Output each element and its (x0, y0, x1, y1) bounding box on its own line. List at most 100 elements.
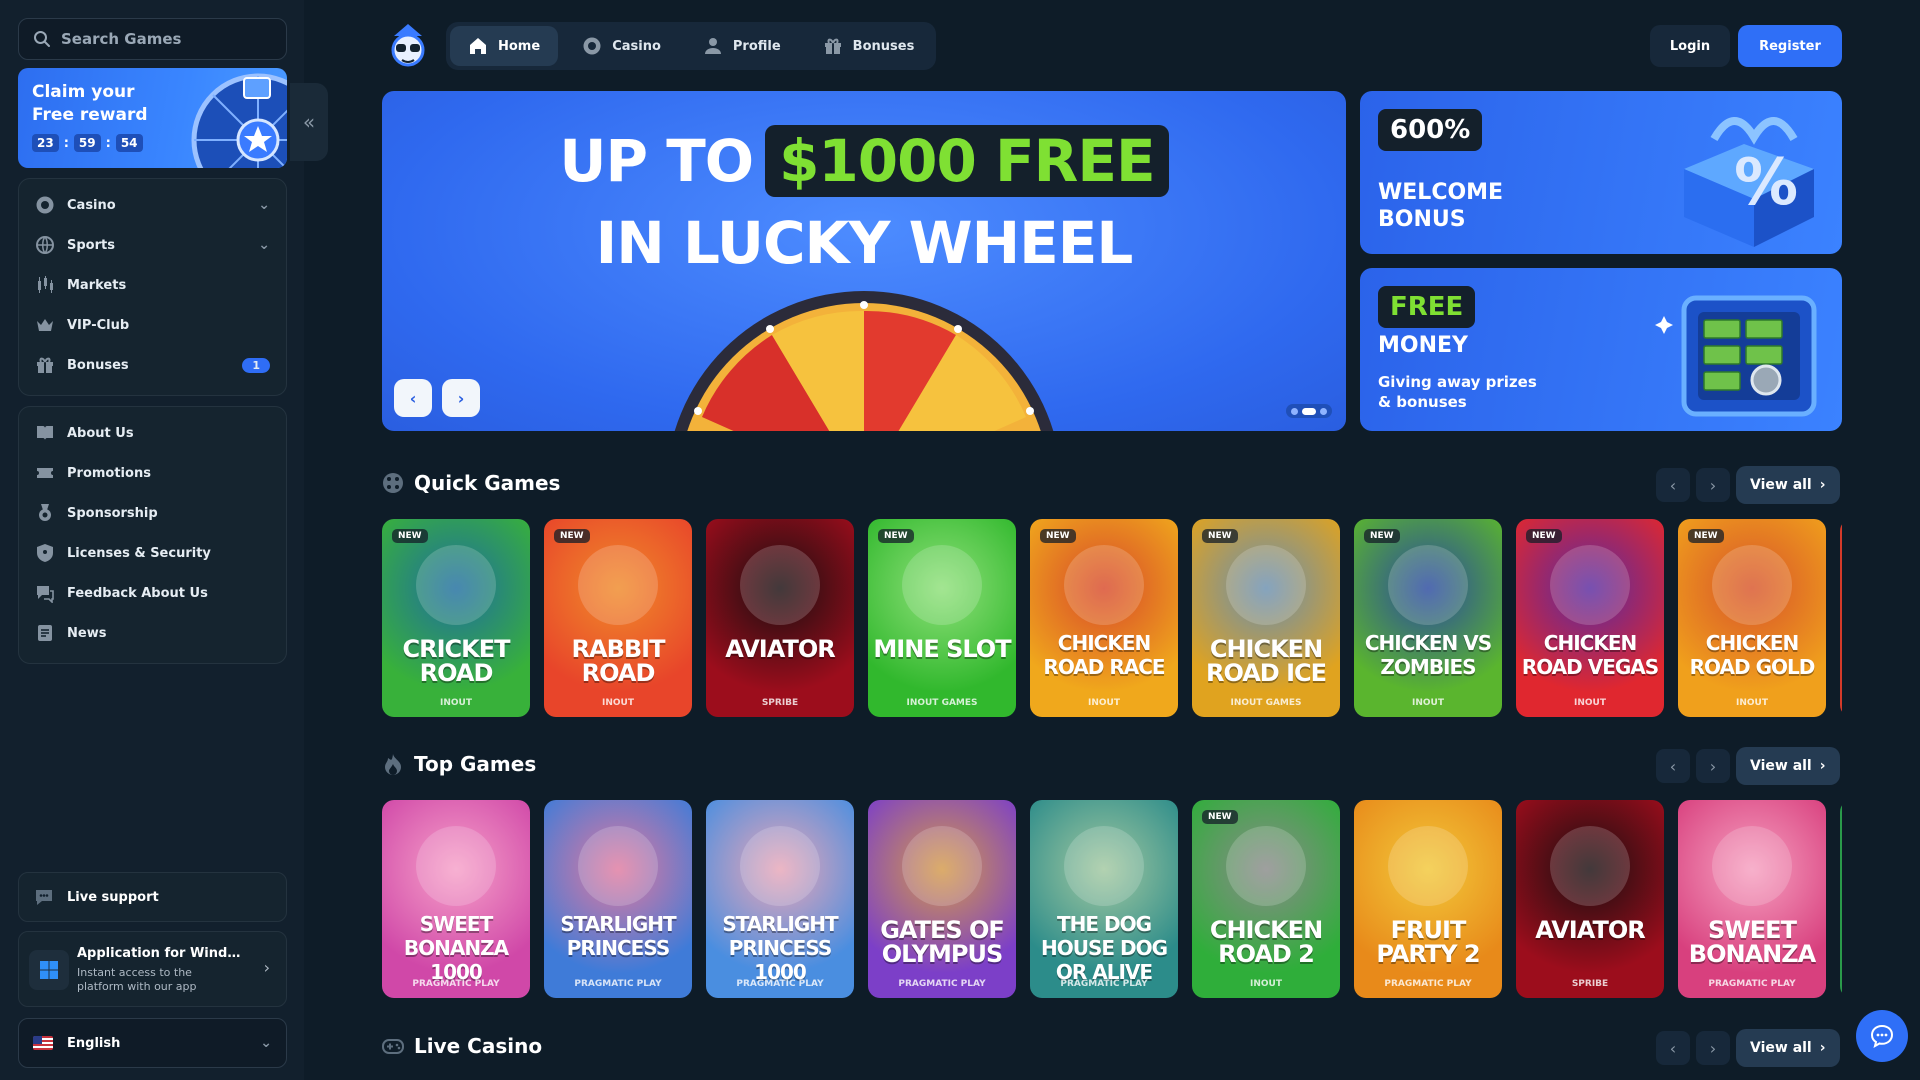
language-selector[interactable]: English ⌄ (18, 1018, 287, 1068)
scroll-next-button[interactable]: › (1696, 749, 1730, 783)
game-card[interactable]: NEW CHICKEN ROAD 2 INOUT (1192, 800, 1340, 998)
live-support-label: Live support (67, 889, 159, 905)
game-card[interactable]: NEW MINE SLOT INOUT GAMES (868, 519, 1016, 717)
hero-prev-button[interactable]: ‹ (394, 379, 432, 417)
user-icon (703, 36, 723, 56)
game-card[interactable]: STARLIGHT PRINCESS 1000 PRAGMATIC PLAY (706, 800, 854, 998)
sidebar-item-markets[interactable]: Markets (19, 265, 286, 305)
section-title-top-games: Top Games (382, 752, 536, 776)
gift-icon (35, 355, 55, 375)
view-all-button[interactable]: View all › (1736, 466, 1840, 504)
search-box[interactable] (18, 18, 287, 60)
app-download-card[interactable]: Application for Windows Instant access t… (18, 931, 287, 1007)
game-provider: INOUT (1250, 979, 1282, 989)
game-art-decoration (902, 545, 982, 625)
sidebar-item-vip-club[interactable]: VIP-Club (19, 305, 286, 345)
tab-bonuses[interactable]: Bonuses (805, 26, 933, 66)
top-nav: Home Casino Profile Bonuses (446, 22, 937, 70)
game-card[interactable]: FRUIT PARTY 2 PRAGMATIC PLAY (1354, 800, 1502, 998)
game-art-decoration (1064, 826, 1144, 906)
game-title: CHICKEN ROAD ICE (1205, 635, 1327, 687)
notification-badge: 1 (242, 357, 270, 373)
live-support-button[interactable]: Live support (18, 872, 287, 922)
slide-dot-active[interactable] (1302, 407, 1316, 415)
game-card[interactable]: NEW CHICKEN ROAD ICE INOUT GAMES (1192, 519, 1340, 717)
game-card[interactable]: NEW CRICKET ROAD INOUT (382, 519, 530, 717)
game-card[interactable]: NEW CHICKEN VS ZOMBIES INOUT (1354, 519, 1502, 717)
sidebar-item-sports[interactable]: Sports ⌄ (19, 225, 286, 265)
scroll-next-button[interactable]: › (1696, 468, 1730, 502)
globe-ball-icon (35, 235, 55, 255)
site-logo[interactable] (384, 22, 432, 70)
game-provider: INOUT (1412, 698, 1444, 708)
sidebar-item-label: VIP-Club (67, 317, 130, 333)
tab-label: Bonuses (852, 38, 915, 54)
game-card[interactable]: SWEET BONANZA 1000 PRAGMATIC PLAY (382, 800, 530, 998)
claim-reward-banner[interactable]: Claim your Free reward 23: 59: 54 (18, 68, 287, 168)
game-card[interactable]: AVIATOR SPRIBE (706, 519, 854, 717)
game-card[interactable]: AVIATOR SPRIBE (1516, 800, 1664, 998)
new-badge: NEW (1202, 810, 1238, 824)
promo-title: WELCOME BONUS (1378, 180, 1504, 232)
game-row: SWEET BONANZA 1000 PRAGMATIC PLAY STARLIGH… (382, 800, 1842, 998)
view-all-button[interactable]: View all › (1736, 747, 1840, 785)
game-card[interactable]: NEW CHICKEN ROAD RACE INOUT (1030, 519, 1178, 717)
game-art-decoration (416, 545, 496, 625)
sidebar-item-news[interactable]: News (19, 613, 286, 653)
scroll-prev-button[interactable]: ‹ (1656, 1031, 1690, 1065)
game-title: GATES OF OLYMPUS (880, 916, 1005, 968)
shield-icon (35, 543, 55, 563)
game-provider: PRAGMATIC PLAY (1708, 979, 1796, 989)
scroll-next-button[interactable]: › (1696, 1031, 1730, 1065)
game-card[interactable]: THE DOG HOUSE DOG OR ALIVE PRAGMATIC PLAY (1030, 800, 1178, 998)
hero-next-button[interactable]: › (442, 379, 480, 417)
register-button[interactable]: Register (1738, 25, 1842, 67)
sidebar-item-about-us[interactable]: About Us (19, 413, 286, 453)
game-provider: SPRIBE (761, 698, 799, 708)
tab-home[interactable]: Home (450, 26, 559, 66)
view-all-label: View all (1750, 1040, 1812, 1056)
game-card[interactable]: NEW CHICKEN ROAD VEGAS INOUT (1516, 519, 1664, 717)
game-art-decoration (740, 826, 820, 906)
sidebar-item-sponsorship[interactable]: Sponsorship (19, 493, 286, 533)
slide-dot[interactable] (1291, 407, 1298, 415)
game-provider: INOUT (1574, 698, 1606, 708)
sidebar-item-licenses-security[interactable]: Licenses & Security (19, 533, 286, 573)
scroll-prev-button[interactable]: ‹ (1656, 468, 1690, 502)
sidebar-item-bonuses[interactable]: Bonuses 1 (19, 345, 286, 385)
sidebar-item-promotions[interactable]: Promotions (19, 453, 286, 493)
game-provider: INOUT GAMES (906, 698, 978, 708)
game-card-partial[interactable] (1840, 800, 1842, 998)
free-money-card[interactable]: FREE MONEY Giving away prizes & bonuses (1360, 268, 1842, 431)
sidebar-item-casino[interactable]: Casino ⌄ (19, 185, 286, 225)
game-card-partial[interactable] (1840, 519, 1842, 717)
new-badge: NEW (1202, 529, 1238, 543)
slide-dot[interactable] (1320, 407, 1327, 415)
game-card[interactable]: NEW RABBIT ROAD INOUT (544, 519, 692, 717)
scroll-prev-button[interactable]: ‹ (1656, 749, 1690, 783)
claim-title: Claim your Free reward (32, 82, 148, 125)
reward-timer: 23: 59: 54 (32, 134, 143, 152)
sidebar-item-feedback-about-us[interactable]: Feedback About Us (19, 573, 286, 613)
view-all-button[interactable]: View all › (1736, 1029, 1840, 1067)
search-input[interactable] (61, 30, 271, 48)
chevron-down-icon: ⌄ (258, 197, 270, 213)
app-title: Application for Windows (77, 946, 247, 961)
hero-banner[interactable]: UP TO $1000 FREE IN LUCKY WHEEL ‹ › (382, 91, 1346, 431)
tab-casino[interactable]: Casino (564, 26, 679, 66)
game-card[interactable]: SWEET BONANZA PRAGMATIC PLAY (1678, 800, 1826, 998)
welcome-bonus-card[interactable]: 600% WELCOME BONUS % (1360, 91, 1842, 254)
section-controls: ‹ › View all › (1656, 1029, 1840, 1067)
book-icon (35, 423, 55, 443)
game-title: CHICKEN ROAD GOLD (1689, 631, 1816, 679)
game-card[interactable]: GATES OF OLYMPUS PRAGMATIC PLAY (868, 800, 1016, 998)
game-title: CHICKEN ROAD 2 (1209, 916, 1323, 968)
chat-button[interactable] (1856, 1010, 1908, 1062)
game-card[interactable]: STARLIGHT PRINCESS PRAGMATIC PLAY (544, 800, 692, 998)
game-card[interactable]: NEW CHICKEN ROAD GOLD INOUT (1678, 519, 1826, 717)
game-provider: PRAGMATIC PLAY (1384, 979, 1472, 989)
ticket-icon (35, 463, 55, 483)
fortune-wheel-icon (191, 73, 287, 168)
login-button[interactable]: Login (1650, 25, 1730, 67)
tab-profile[interactable]: Profile (685, 26, 799, 66)
